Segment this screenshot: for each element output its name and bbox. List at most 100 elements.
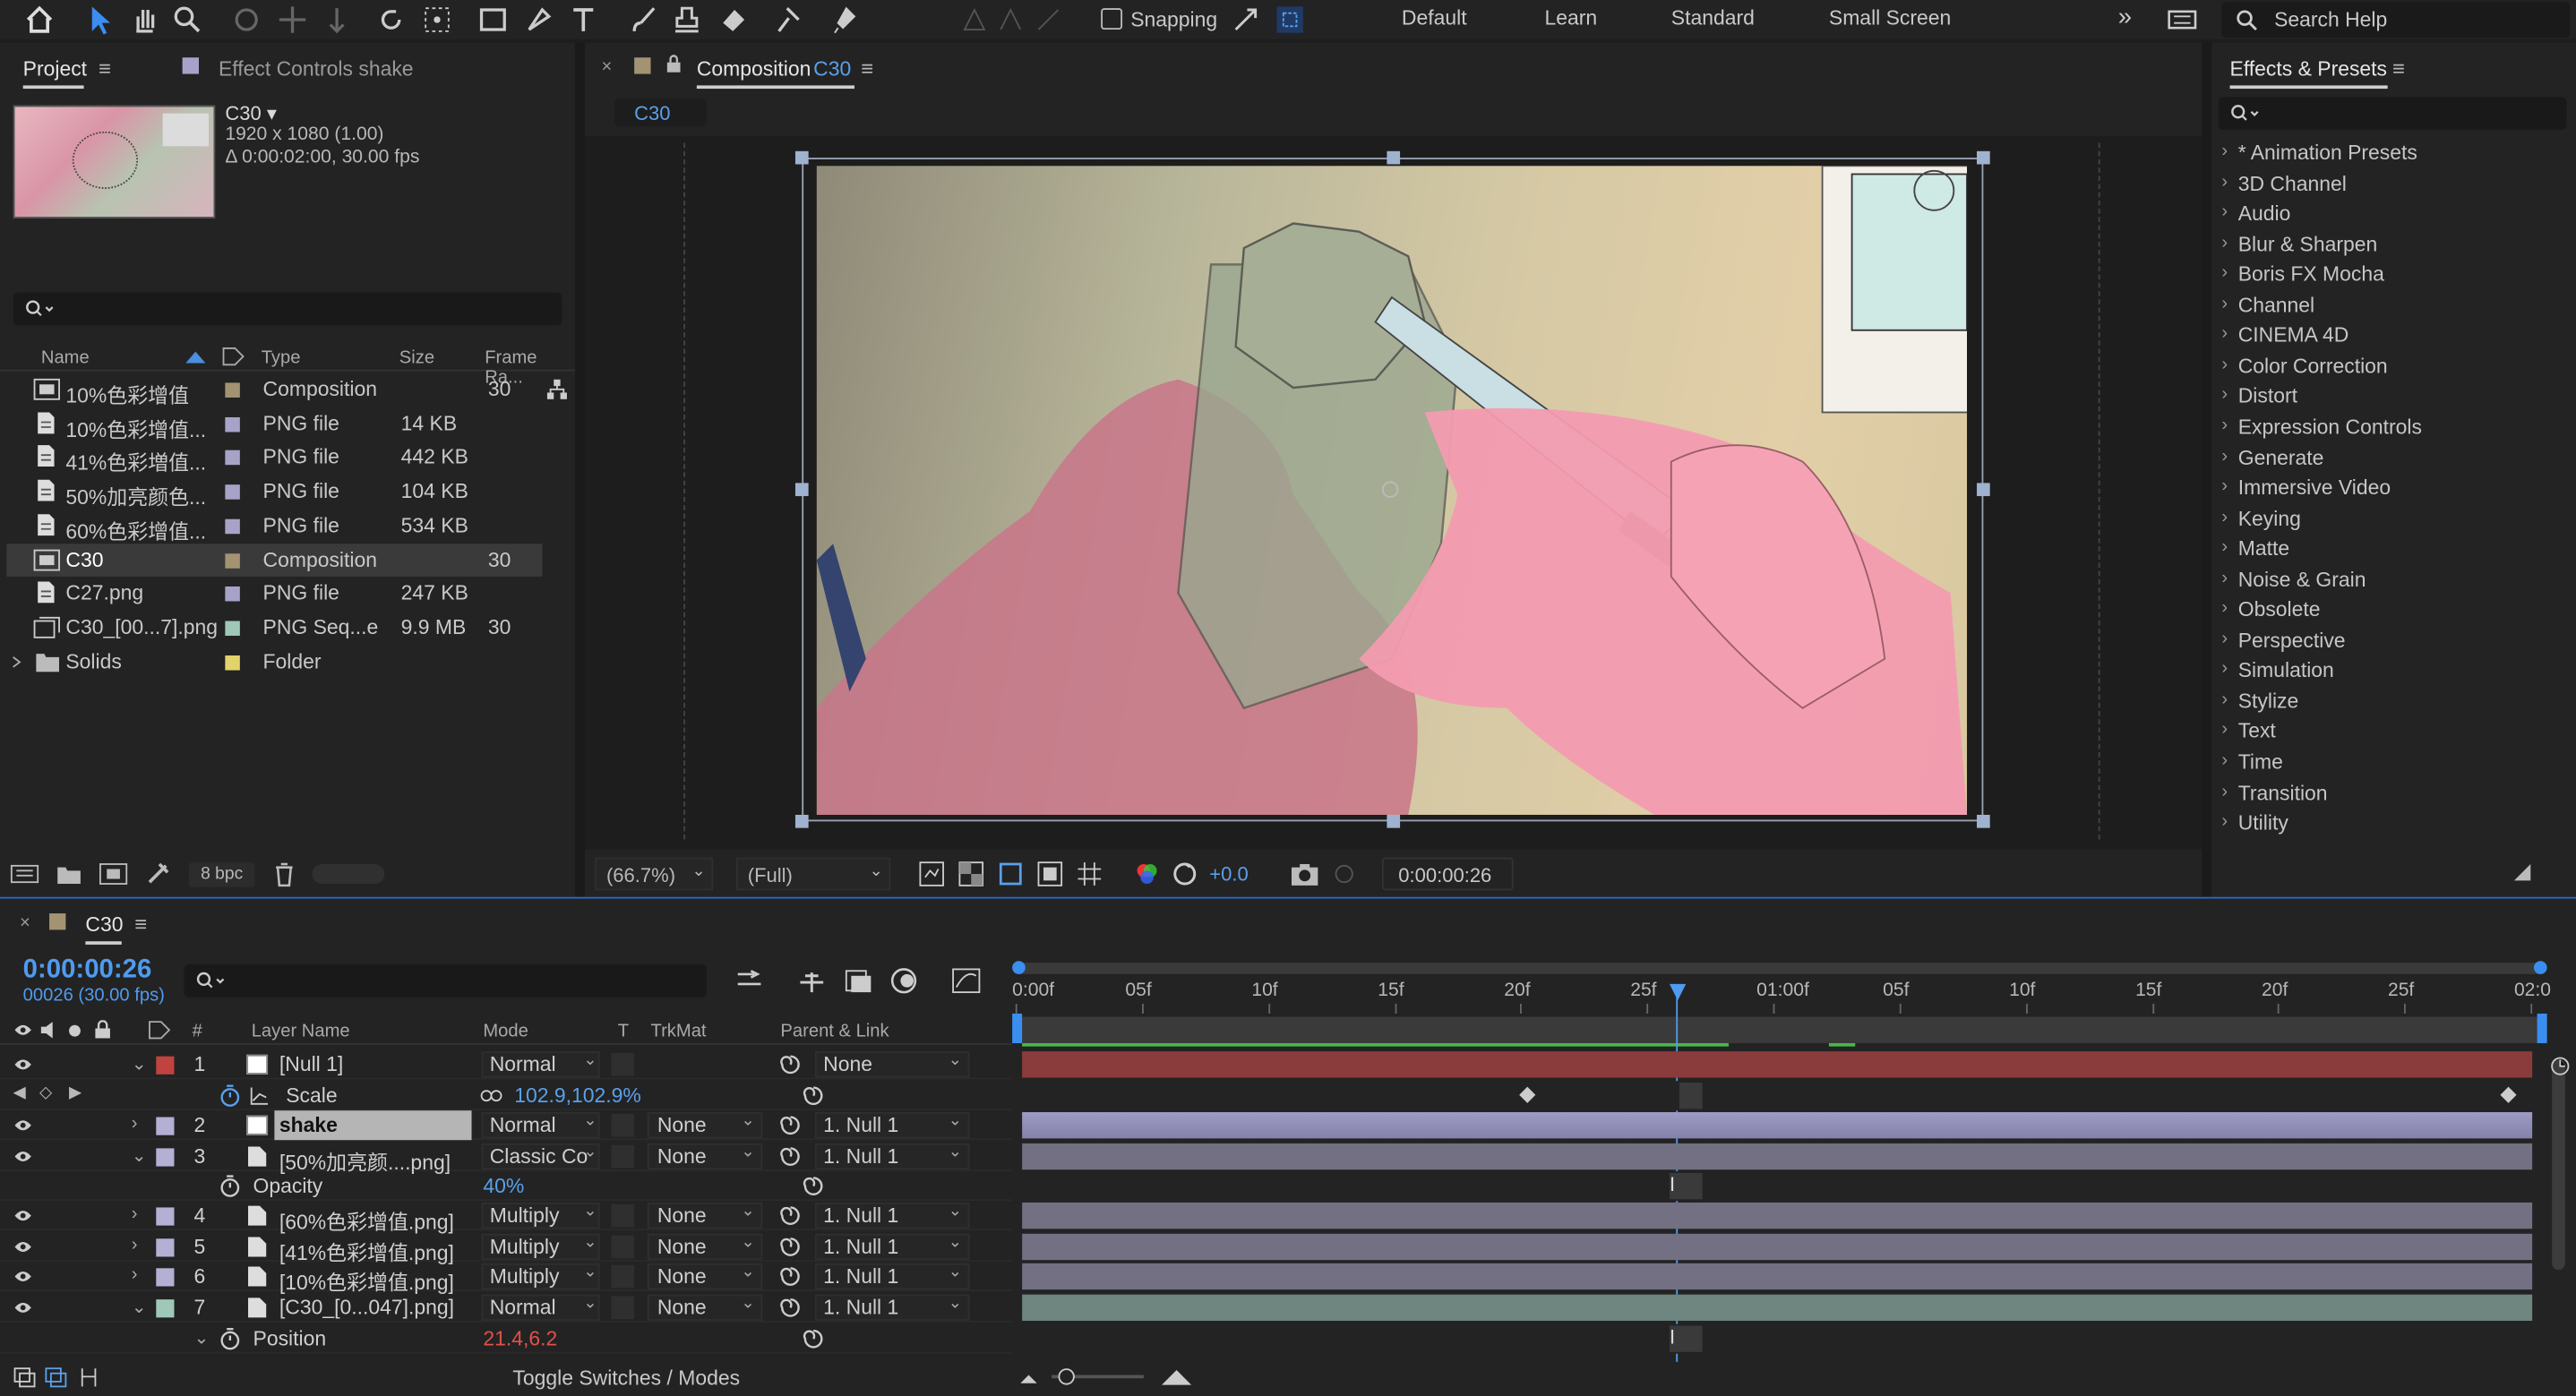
chevron-right-icon[interactable]: › (132, 1114, 138, 1134)
col-mode[interactable]: Mode (483, 1022, 528, 1041)
new-folder-icon[interactable] (56, 862, 82, 886)
col-parent-link[interactable]: Parent & Link (780, 1022, 889, 1041)
more-workspaces-icon[interactable]: » (2118, 4, 2132, 31)
anchor-point-icon[interactable] (1381, 481, 1399, 498)
eye-icon[interactable] (13, 1148, 33, 1164)
pick-whip-icon[interactable] (779, 1296, 803, 1319)
current-time-field[interactable]: 0:00:00:26 (1381, 857, 1514, 891)
stopwatch-icon[interactable] (219, 1084, 242, 1108)
pen-tool-icon[interactable] (522, 4, 555, 37)
view-axis-icon[interactable] (1032, 4, 1065, 37)
expression-pick-whip-icon[interactable] (802, 1084, 825, 1108)
layer-row[interactable]: › 4 [60%色彩增值.png] Multiply ⌄ None ⌄ 1. Null 1 ⌄ (0, 1201, 2533, 1234)
zoom-tool-icon[interactable] (171, 4, 204, 37)
col-size[interactable]: Size (399, 348, 434, 368)
comp-mini-flowchart-icon[interactable] (734, 968, 768, 994)
project-search-input[interactable] (13, 292, 562, 326)
layer-label-color[interactable] (156, 1207, 175, 1226)
move-tool-icon[interactable] (276, 4, 309, 37)
time-ruler[interactable]: 0:00f 05f 10f 15f 20f 25f 01:00f 05f 10f 15f 20f 25… (1012, 958, 2551, 1047)
effects-category-item[interactable]: › Matte (2221, 535, 2566, 563)
label-color-swatch[interactable] (225, 552, 240, 568)
navigator-start-handle[interactable] (1012, 961, 1026, 974)
col-name[interactable]: Name (41, 348, 90, 368)
pick-whip-icon[interactable] (779, 1236, 803, 1259)
property-value[interactable]: 102.9,102.9% (514, 1084, 641, 1108)
property-row[interactable]: ⌄ Position 21.4,6.2 I (0, 1323, 2533, 1354)
new-composition-icon[interactable] (99, 862, 128, 886)
timeline-menu-icon[interactable]: ≡ (134, 912, 147, 937)
zoom-dropdown[interactable]: (66.7%) ⌄ (595, 857, 714, 891)
puppet-tool-icon[interactable] (829, 4, 863, 37)
rectangle-tool-icon[interactable] (477, 4, 510, 37)
timeline-search-input[interactable] (184, 963, 707, 998)
home-icon[interactable] (23, 4, 56, 37)
effects-category-item[interactable]: › Immersive Video (2221, 475, 2566, 502)
layer-duration-bar[interactable] (1022, 1143, 2533, 1170)
property-row[interactable]: ◀ ◇ ▶ Scale 102.9,102.9% (0, 1081, 2533, 1111)
preserve-transparency-toggle[interactable] (611, 1235, 635, 1259)
chevron-down-icon[interactable]: ⌄ (132, 1296, 147, 1317)
chevron-down-icon[interactable]: ⌄ (132, 1145, 147, 1167)
label-color-swatch[interactable] (225, 450, 240, 466)
composition-menu-icon[interactable]: ≡ (861, 56, 873, 81)
comp-navigator-tab[interactable]: C30 (614, 98, 707, 127)
chevron-right-icon[interactable]: › (132, 1265, 138, 1285)
effects-category-item[interactable]: › Noise & Grain (2221, 566, 2566, 594)
layer-duration-bar[interactable] (1022, 1233, 2533, 1261)
layer-label-color[interactable] (156, 1299, 175, 1318)
thumbnail-size-slider[interactable] (312, 863, 385, 885)
expression-pick-whip-icon[interactable] (802, 1175, 825, 1198)
property-track[interactable] (1022, 1081, 2533, 1111)
workspace-standard[interactable]: Standard (1671, 6, 1755, 30)
effects-category-item[interactable]: › 3D Channel (2221, 170, 2566, 198)
prev-keyframe-icon[interactable]: ◀ (13, 1084, 26, 1102)
layer-label-color[interactable] (156, 1056, 175, 1075)
stopwatch-icon[interactable] (219, 1175, 242, 1198)
effects-category-item[interactable]: › Transition (2221, 780, 2566, 808)
project-item[interactable]: C30_[00...7].png PNG Seq...e 9.9 MB 30 (6, 611, 542, 644)
eraser-tool-icon[interactable] (717, 4, 750, 37)
project-menu-icon[interactable]: ≡ (99, 56, 111, 81)
resolution-dropdown[interactable]: (Full) ⌄ (735, 857, 891, 891)
label-tag-icon[interactable] (222, 347, 245, 366)
thumb-name[interactable]: C30 ▾ (225, 102, 277, 125)
pick-whip-icon[interactable] (779, 1204, 803, 1228)
effects-search-input[interactable] (2218, 97, 2567, 130)
snap-target-icon[interactable] (1274, 4, 1307, 37)
tab-project[interactable]: Project (23, 57, 87, 81)
project-item[interactable]: 10%色彩增值 Composition 30 (6, 373, 567, 407)
label-color-swatch[interactable] (225, 655, 240, 670)
project-item[interactable]: C30 Composition 30 (6, 543, 543, 577)
layer-duration-bar[interactable] (1022, 1202, 2533, 1229)
workspace-menu-icon[interactable] (2166, 4, 2199, 37)
chevron-right-icon[interactable]: › (132, 1236, 138, 1255)
effects-category-item[interactable]: › Simulation (2221, 657, 2566, 685)
col-t[interactable]: T (618, 1022, 629, 1041)
trash-icon[interactable] (273, 861, 296, 887)
anchor-tool-icon[interactable] (421, 4, 454, 37)
preserve-transparency-toggle[interactable] (611, 1203, 635, 1228)
property-row[interactable]: Opacity 40% I (0, 1171, 2533, 1202)
exposure-value[interactable]: +0.0 (1209, 862, 1248, 886)
label-tag-icon[interactable] (148, 1020, 171, 1040)
timeline-tab[interactable]: C30 (85, 913, 123, 937)
effects-category-item[interactable]: › Keying (2221, 505, 2566, 533)
lock-icon[interactable] (94, 1020, 112, 1040)
dolly-tool-icon[interactable] (321, 4, 354, 37)
chevron-down-icon[interactable]: ⌄ (132, 1053, 147, 1075)
zoom-out-icon[interactable] (1018, 1368, 1038, 1384)
frame-blending-icon[interactable] (841, 966, 874, 996)
chevron-down-icon[interactable]: ⌄ (193, 1327, 209, 1349)
tab-effect-controls[interactable]: Effect Controls shake (219, 57, 414, 81)
work-area-end[interactable] (2537, 1013, 2547, 1043)
property-track[interactable] (1022, 1171, 2533, 1202)
pick-whip-icon[interactable] (779, 1114, 803, 1137)
region-of-interest-icon[interactable] (1037, 861, 1063, 886)
brush-tool-icon[interactable] (628, 4, 661, 37)
fast-previews-icon[interactable] (919, 861, 945, 886)
label-color-swatch[interactable] (225, 484, 240, 500)
timeline-current-time[interactable]: 0:00:00:26 (23, 956, 152, 986)
eye-icon[interactable] (13, 1268, 33, 1284)
preserve-transparency-toggle[interactable] (611, 1264, 635, 1289)
